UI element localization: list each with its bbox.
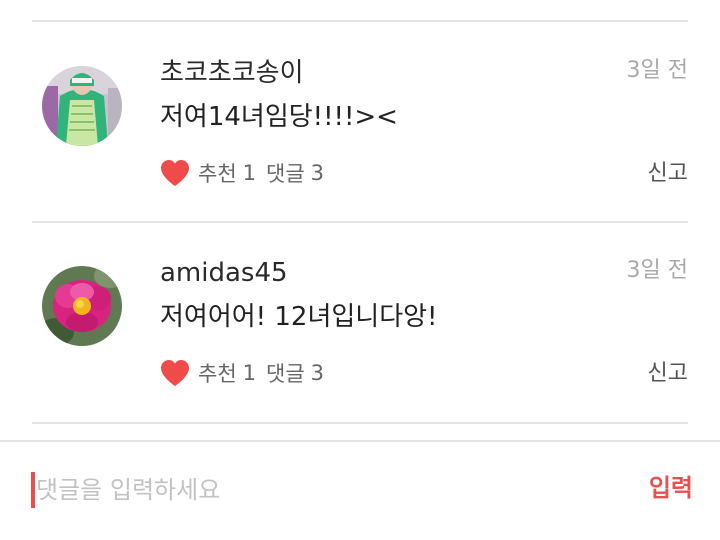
comment-input-bar: 입력 bbox=[0, 440, 720, 540]
report-button[interactable]: 신고 bbox=[648, 363, 688, 385]
comment-timestamp: 3일 전 bbox=[626, 58, 688, 83]
reply-count: 3 bbox=[310, 361, 325, 385]
comment-author[interactable]: 초코초코송이 bbox=[160, 60, 304, 86]
reply-label: 댓글 bbox=[266, 162, 305, 186]
comment-input[interactable] bbox=[36, 470, 616, 510]
recommend-label: 추천 bbox=[198, 162, 237, 186]
comment-item: 초코초코송이 3일 전 저여14녀임당!!!!>< 추천 1 댓글 3 신고 bbox=[0, 22, 720, 222]
reply-label: 댓글 bbox=[266, 362, 305, 386]
recommend-count: 1 bbox=[242, 361, 257, 385]
reply-button[interactable]: 댓글 3 bbox=[266, 358, 324, 388]
avatar-photo-icon bbox=[42, 266, 122, 346]
user-avatar[interactable] bbox=[42, 266, 122, 346]
reply-button[interactable]: 댓글 3 bbox=[266, 158, 324, 188]
comment-timestamp: 3일 전 bbox=[626, 258, 688, 283]
comment-divider bbox=[32, 422, 688, 424]
reply-count: 3 bbox=[310, 161, 325, 185]
recommend-count: 1 bbox=[242, 161, 257, 185]
heart-icon bbox=[161, 360, 189, 386]
recommend-button[interactable]: 추천 1 bbox=[160, 158, 256, 188]
recommend-button[interactable]: 추천 1 bbox=[160, 358, 256, 388]
avatar-photo-icon bbox=[42, 66, 122, 146]
user-avatar[interactable] bbox=[42, 66, 122, 146]
comment-text: 저여어어! 12녀입니다앙! bbox=[160, 302, 438, 332]
comment-text: 저여14녀임당!!!!>< bbox=[160, 102, 398, 132]
submit-button[interactable]: 입력 bbox=[649, 476, 693, 500]
comment-item: amidas45 3일 전 저여어어! 12녀입니다앙! 추천 1 댓글 3 신… bbox=[0, 222, 720, 422]
input-bar-divider bbox=[0, 440, 720, 442]
text-caret bbox=[31, 472, 35, 508]
heart-icon bbox=[161, 160, 189, 186]
comment-actions: 추천 1 댓글 3 bbox=[160, 158, 324, 188]
recommend-label: 추천 bbox=[198, 362, 237, 386]
comment-actions: 추천 1 댓글 3 bbox=[160, 358, 324, 388]
report-button[interactable]: 신고 bbox=[648, 163, 688, 185]
comment-author[interactable]: amidas45 bbox=[160, 260, 288, 286]
